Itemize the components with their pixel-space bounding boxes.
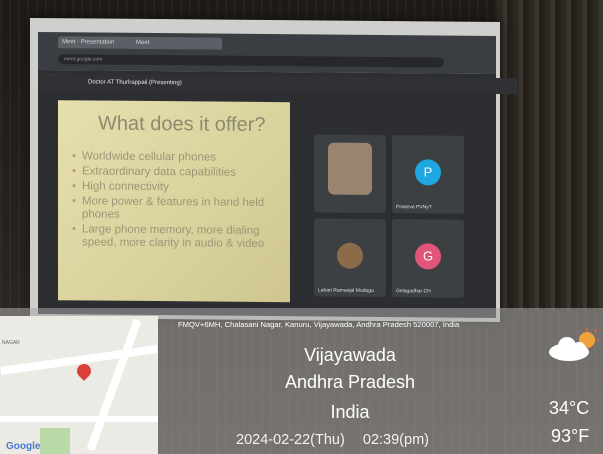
participant-tile[interactable] (314, 134, 386, 214)
slide-bullets: Worldwide cellular phones Extraordinary … (72, 150, 282, 253)
url-bar[interactable]: meet.google.com (58, 54, 444, 68)
presenting-label: Doctor AT Thurlrappali (Presenting) (38, 74, 518, 95)
participant-tile[interactable]: Lahari Ramanjal Modugu (314, 218, 386, 298)
curtain (497, 0, 603, 310)
datetime: 2024-02-22(Thu) 02:39(pm) (236, 432, 429, 448)
slide-bullet: Worldwide cellular phones (72, 150, 282, 165)
participant-tile[interactable]: P Praneva PVNyT (392, 135, 464, 214)
map-road (0, 416, 158, 422)
participant-name: Praneva PVNyT (396, 204, 432, 211)
meet-window: Doctor AT Thurlrappali (Presenting) What… (38, 70, 518, 319)
city-text: Vijayawada (304, 345, 396, 365)
slide-bullet: Large phone memory, more dialing speed, … (72, 223, 282, 251)
participant-avatar (337, 242, 363, 269)
map-park (40, 428, 70, 454)
date-text: 2024-02-22(Thu) (236, 432, 345, 448)
participant-tile[interactable]: G Gelagadhar CH (392, 219, 464, 298)
browser-tab[interactable]: Meet (132, 36, 188, 50)
country-text: India (330, 402, 370, 422)
time-text: 02:39(pm) (362, 432, 429, 448)
map-label: NAGAR (2, 340, 20, 346)
temperature-celsius: 34°C (549, 398, 590, 418)
participant-avatar: P (415, 159, 441, 186)
address-text: FMQV+6MH, Chalasani Nagar, Kanuru, Vijay… (178, 320, 460, 329)
temperature-fahrenheit: 93°F (551, 426, 590, 446)
slide-bullet: More power & features in hand held phone… (72, 195, 282, 223)
participant-avatar: G (415, 243, 441, 270)
state-text: Andhra Pradesh (284, 372, 416, 392)
presentation-slide: What does it offer? Worldwide cellular p… (58, 100, 290, 303)
participant-name: Lahari Ramanjal Modugu (318, 287, 374, 294)
participant-video (328, 142, 372, 195)
slide-bullet: Extraordinary data capabilities (72, 165, 282, 180)
participant-name: Gelagadhar CH (396, 288, 431, 295)
slide-bullet: High connectivity (72, 180, 282, 195)
browser-tab[interactable] (184, 37, 222, 50)
projector-screen: Meet - Presentation Meet meet.google.com… (30, 17, 518, 323)
google-logo: Google (6, 441, 41, 452)
browser-tab[interactable]: Meet - Presentation (58, 36, 136, 49)
partly-sunny-icon (549, 328, 599, 361)
browser-chrome: Meet - Presentation Meet meet.google.com (38, 32, 496, 75)
slide-title: What does it offer? (98, 112, 266, 137)
map-thumbnail: NAGAR Google (0, 316, 158, 454)
map-road (86, 318, 142, 452)
